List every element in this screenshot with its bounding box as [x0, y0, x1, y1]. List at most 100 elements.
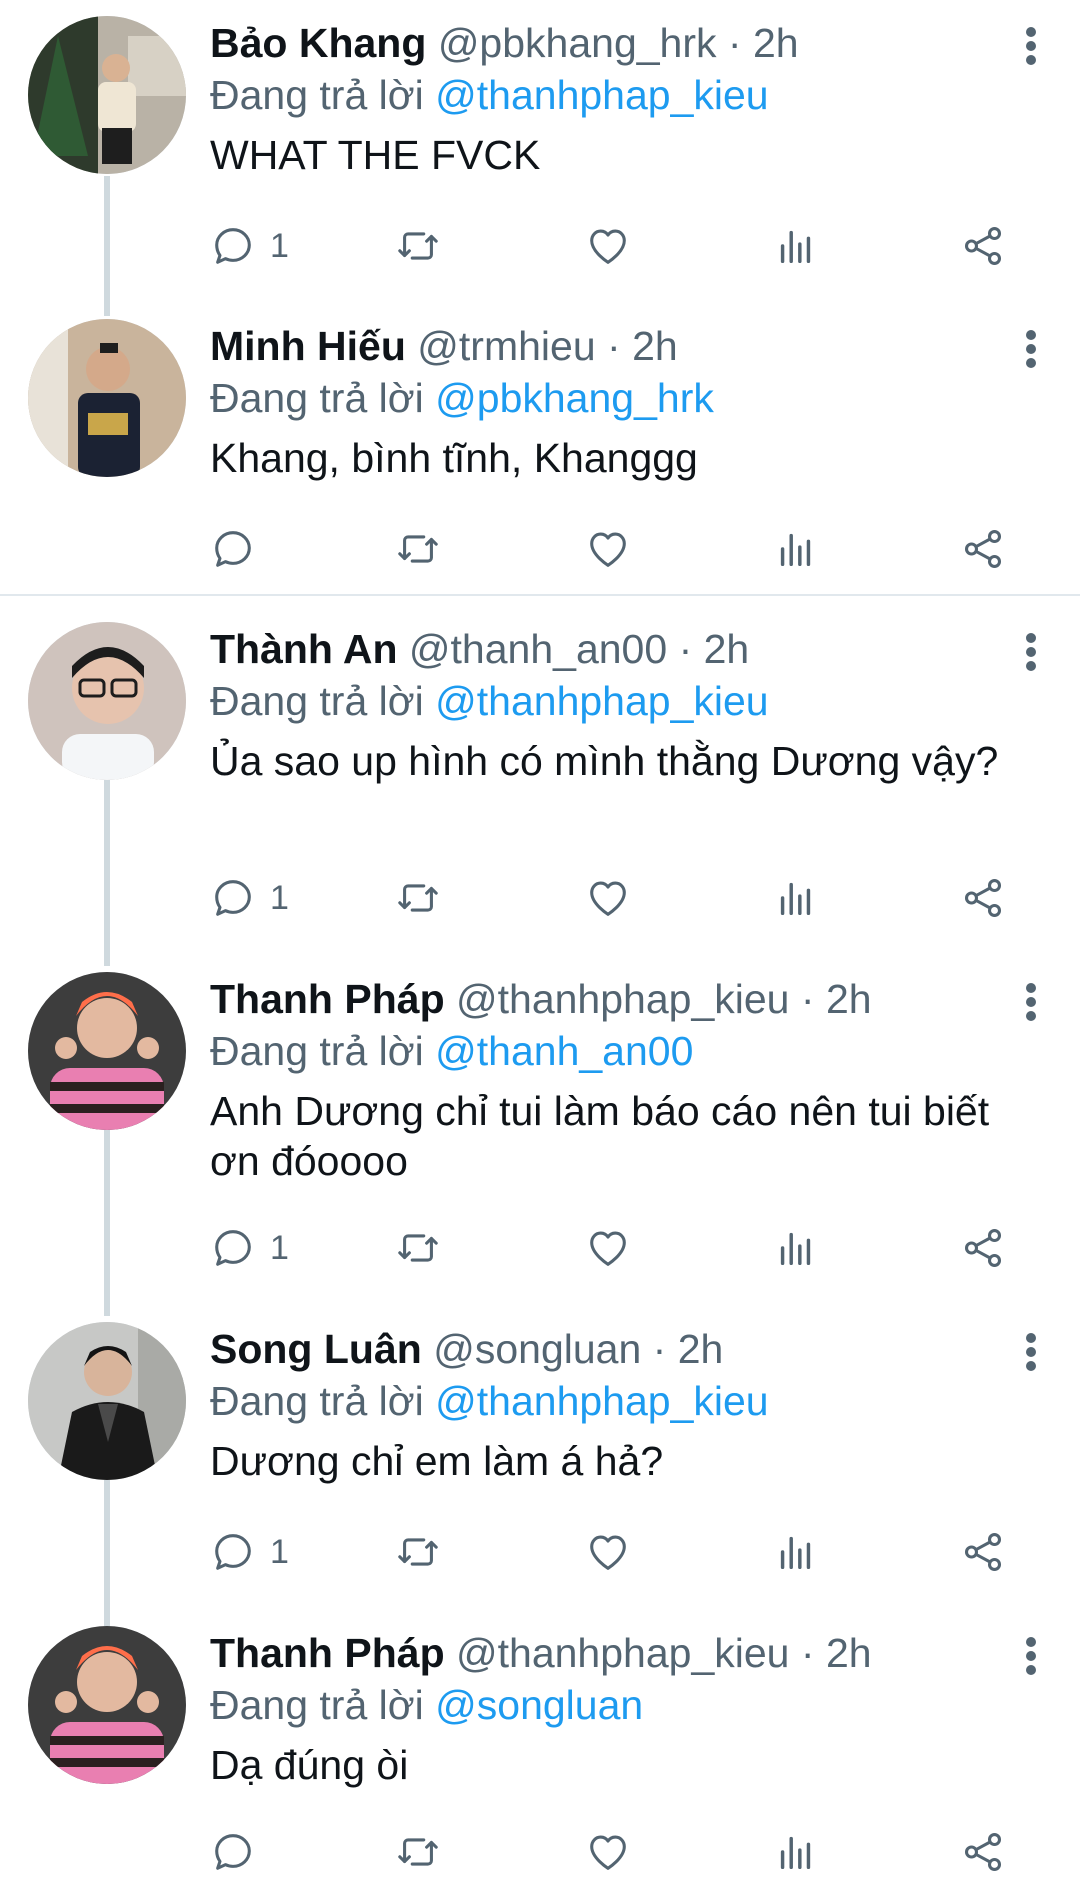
timestamp[interactable]: 2h: [678, 1326, 724, 1372]
tweet[interactable]: Thanh Pháp @thanhphap_kieu · 2h Đang trả…: [0, 1610, 1080, 1893]
retweet-button[interactable]: [395, 216, 441, 276]
timestamp[interactable]: 2h: [753, 20, 799, 66]
reply-button[interactable]: 1: [210, 1522, 289, 1582]
avatar-photo: [28, 622, 186, 780]
avatar[interactable]: [28, 319, 186, 477]
tweet[interactable]: Thanh Pháp @thanhphap_kieu · 2h Đang trả…: [0, 956, 1080, 1296]
share-button[interactable]: [960, 519, 1006, 579]
reply-button[interactable]: 1: [210, 216, 289, 276]
retweet-button[interactable]: [395, 1822, 441, 1882]
more-options-icon[interactable]: [1016, 630, 1046, 674]
retweet-button[interactable]: [395, 519, 441, 579]
reply-button[interactable]: 1: [210, 1218, 289, 1278]
share-button[interactable]: [960, 1522, 1006, 1582]
retweet-arrows-icon: [398, 884, 438, 912]
views-button[interactable]: [773, 868, 819, 928]
share-button[interactable]: [960, 868, 1006, 928]
separator-dot: ·: [652, 1326, 667, 1372]
like-button[interactable]: [585, 868, 631, 928]
more-options-icon[interactable]: [1016, 24, 1046, 68]
views-button[interactable]: [773, 1522, 819, 1582]
like-button[interactable]: [585, 519, 631, 579]
replying-to-mention[interactable]: @thanhphap_kieu: [435, 72, 768, 118]
tweet-text: Ủa sao up hình có mình thằng Dương vậy?: [210, 738, 999, 784]
tweet[interactable]: Bảo Khang @pbkhang_hrk · 2h Đang trả lời…: [0, 0, 1080, 300]
replying-to-label: Đang trả lời: [210, 72, 424, 118]
author-name[interactable]: Song Luân: [210, 1326, 422, 1372]
tweet-header: Minh Hiếu @trmhieu · 2h: [210, 319, 678, 373]
replying-to-mention[interactable]: @pbkhang_hrk: [435, 375, 714, 421]
action-bar: 1: [210, 868, 1080, 928]
retweet-button[interactable]: [395, 1522, 441, 1582]
author-name[interactable]: Bảo Khang: [210, 20, 426, 66]
views-button[interactable]: [773, 1218, 819, 1278]
tweet-header: Song Luân @songluan · 2h: [210, 1322, 723, 1376]
avatar[interactable]: [28, 972, 186, 1130]
like-button[interactable]: [585, 1218, 631, 1278]
retweet-arrows-icon: [398, 1838, 438, 1866]
reply-button[interactable]: [210, 1822, 270, 1882]
like-button[interactable]: [585, 216, 631, 276]
avatar[interactable]: [28, 1626, 186, 1784]
author-handle[interactable]: @trmhieu: [417, 323, 595, 369]
like-button[interactable]: [585, 1522, 631, 1582]
retweet-arrows-icon: [398, 535, 438, 563]
more-options-icon[interactable]: [1016, 327, 1046, 371]
bar-chart-icon: [780, 533, 811, 567]
action-bar: 1: [210, 216, 1080, 276]
avatar[interactable]: [28, 1322, 186, 1480]
more-options-icon[interactable]: [1016, 980, 1046, 1024]
timestamp[interactable]: 2h: [632, 323, 678, 369]
replying-to-mention[interactable]: @thanhphap_kieu: [435, 1378, 768, 1424]
author-handle[interactable]: @songluan: [433, 1326, 641, 1372]
share-button[interactable]: [960, 1822, 1006, 1882]
tweet[interactable]: Minh Hiếu @trmhieu · 2h Đang trả lời @pb…: [0, 303, 1080, 593]
replying-to: Đang trả lời @songluan: [210, 1678, 643, 1732]
replying-to-mention[interactable]: @thanhphap_kieu: [435, 678, 768, 724]
views-button[interactable]: [773, 216, 819, 276]
author-name[interactable]: Thanh Pháp: [210, 976, 445, 1022]
replying-to: Đang trả lời @thanh_an00: [210, 1024, 693, 1078]
reply-bubble-icon: [215, 1230, 251, 1266]
retweet-arrows-icon: [398, 1234, 438, 1262]
replying-to-mention[interactable]: @songluan: [435, 1682, 643, 1728]
timestamp[interactable]: 2h: [826, 1630, 872, 1676]
retweet-arrows-icon: [398, 1538, 438, 1566]
tweet[interactable]: Thành An @thanh_an00 · 2h Đang trả lời @…: [0, 606, 1080, 946]
author-handle[interactable]: @thanhphap_kieu: [456, 976, 789, 1022]
replying-to: Đang trả lời @thanhphap_kieu: [210, 1374, 769, 1428]
views-button[interactable]: [773, 1822, 819, 1882]
author-name[interactable]: Thanh Pháp: [210, 1630, 445, 1676]
share-button[interactable]: [960, 216, 1006, 276]
replying-to-mention[interactable]: @thanh_an00: [435, 1028, 693, 1074]
share-button[interactable]: [960, 1218, 1006, 1278]
heart-icon: [590, 1231, 626, 1266]
heart-icon: [590, 881, 626, 916]
separator-dot: ·: [607, 323, 621, 369]
replying-to-label: Đang trả lời: [210, 1378, 424, 1424]
heart-icon: [590, 1535, 626, 1570]
heart-icon: [590, 1835, 626, 1870]
share-icon: [964, 1533, 1002, 1571]
author-name[interactable]: Minh Hiếu: [210, 323, 406, 369]
views-button[interactable]: [773, 519, 819, 579]
tweet-text: WHAT THE FVCK: [210, 132, 541, 178]
author-handle[interactable]: @thanh_an00: [409, 626, 667, 672]
timestamp[interactable]: 2h: [704, 626, 750, 672]
author-handle[interactable]: @thanhphap_kieu: [456, 1630, 789, 1676]
like-button[interactable]: [585, 1822, 631, 1882]
reply-button[interactable]: [210, 519, 270, 579]
avatar[interactable]: [28, 16, 186, 174]
share-icon: [964, 530, 1002, 568]
retweet-button[interactable]: [395, 868, 441, 928]
timestamp[interactable]: 2h: [826, 976, 872, 1022]
more-options-icon[interactable]: [1016, 1330, 1046, 1374]
replying-to-label: Đang trả lời: [210, 678, 424, 724]
retweet-button[interactable]: [395, 1218, 441, 1278]
more-options-icon[interactable]: [1016, 1634, 1046, 1678]
tweet[interactable]: Song Luân @songluan · 2h Đang trả lời @t…: [0, 1306, 1080, 1606]
reply-button[interactable]: 1: [210, 868, 289, 928]
author-handle[interactable]: @pbkhang_hrk: [438, 20, 717, 66]
author-name[interactable]: Thành An: [210, 626, 398, 672]
avatar[interactable]: [28, 622, 186, 780]
